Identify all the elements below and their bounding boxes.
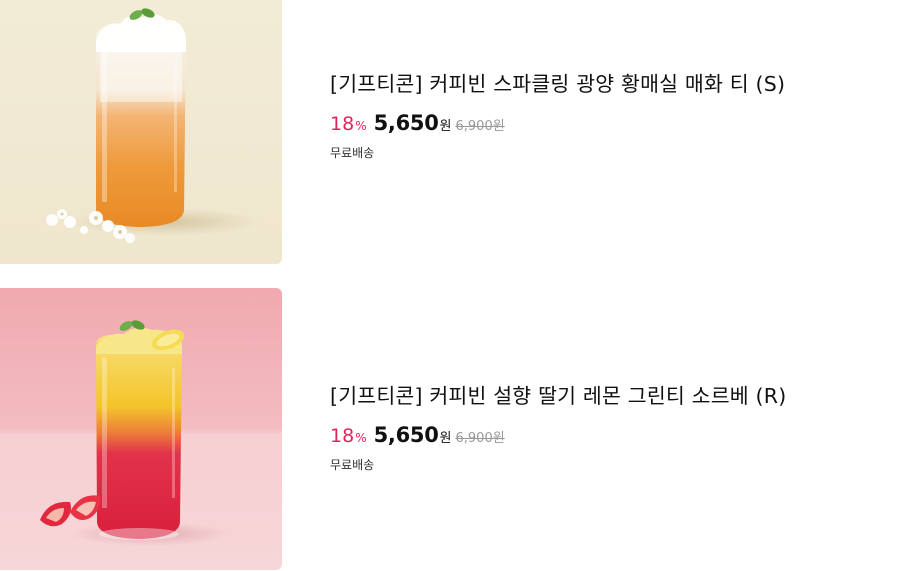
product-title[interactable]: [기프티콘] 커피빈 설향 딸기 레몬 그린티 소르베 (R): [330, 382, 786, 410]
discount-rate: 18: [330, 425, 355, 447]
product-info: [기프티콘] 커피빈 설향 딸기 레몬 그린티 소르베 (R) 18% 5,65…: [330, 382, 786, 473]
product-thumbnail[interactable]: [0, 0, 282, 264]
product-card[interactable]: [기프티콘] 커피빈 스파클링 광양 황매실 매화 티 (S) 18% 5,65…: [0, 0, 905, 264]
sparkling-maesil-tea-image: [0, 0, 282, 264]
product-list: [기프티콘] 커피빈 스파클링 광양 황매실 매화 티 (S) 18% 5,65…: [0, 0, 905, 571]
discount-unit: %: [355, 431, 367, 445]
currency-unit: 원: [439, 431, 452, 446]
shipping-label: 무료배송: [330, 458, 375, 472]
price-row: 18% 5,650 원 6,900원: [330, 423, 786, 447]
product-card[interactable]: [기프티콘] 커피빈 설향 딸기 레몬 그린티 소르베 (R) 18% 5,65…: [0, 288, 905, 570]
original-price: 6,900원: [455, 119, 505, 134]
product-thumbnail[interactable]: [0, 288, 282, 570]
sale-price: 5,650: [373, 423, 439, 447]
price-row: 18% 5,650 원 6,900원: [330, 111, 785, 135]
discount-rate: 18: [330, 113, 355, 135]
currency-unit: 원: [439, 119, 452, 134]
product-info: [기프티콘] 커피빈 스파클링 광양 황매실 매화 티 (S) 18% 5,65…: [330, 70, 785, 161]
strawberry-lemon-sorbet-image: [0, 288, 282, 570]
original-price: 6,900원: [455, 431, 505, 446]
shipping-label: 무료배송: [330, 146, 375, 160]
discount-unit: %: [355, 119, 367, 133]
sale-price: 5,650: [373, 111, 439, 135]
product-title[interactable]: [기프티콘] 커피빈 스파클링 광양 황매실 매화 티 (S): [330, 70, 785, 98]
